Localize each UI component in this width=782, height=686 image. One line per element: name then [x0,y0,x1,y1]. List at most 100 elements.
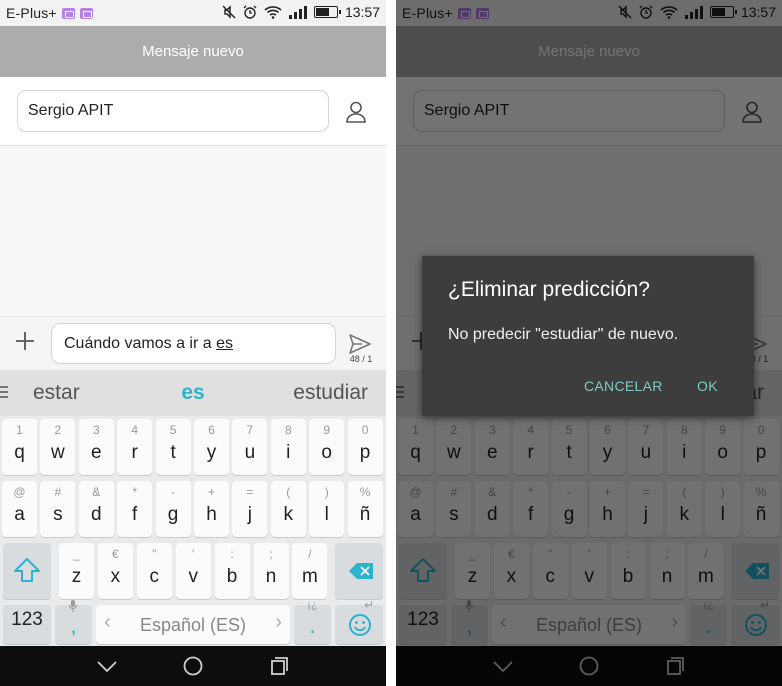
key-hint: : [230,547,234,561]
space-key[interactable]: ‹ Español (ES) › [96,605,290,644]
key-hint: * [132,485,138,499]
key-i[interactable]: 8i [270,419,306,475]
key-o[interactable]: 9o [309,419,345,475]
key-w[interactable]: 2w [40,419,76,475]
key-e[interactable]: 3e [78,419,114,475]
key-label: n [265,566,277,587]
recipient-field[interactable]: Sergio APIT [17,90,329,132]
battery-icon [313,6,341,18]
numbers-key-label: 123 [11,609,43,630]
key-h[interactable]: +h [194,481,229,537]
back-icon[interactable] [96,655,118,677]
key-s[interactable]: #s [40,481,76,537]
key-hint: ) [324,485,329,499]
key-hint: ' [192,547,195,561]
suggestion-left[interactable]: estar [33,370,80,416]
space-chevron-right-icon: › [275,611,282,633]
key-p[interactable]: 0p [347,419,383,475]
phone-screen-right: E-Plus+ 13:57 Mensaje nuevo Sergio APIT … [396,0,782,686]
key-l[interactable]: )l [309,481,345,537]
key-t[interactable]: 5t [155,419,191,475]
delete-key[interactable] [335,543,383,599]
key-hint: 2 [54,423,62,437]
alarm-icon [243,5,257,19]
period-key[interactable]: ¡¿ . [294,599,331,644]
page-title: Mensaje nuevo [0,26,386,77]
key-k[interactable]: (k [270,481,306,537]
dialog-title: ¿Eliminar predicción? [448,278,650,301]
key-g[interactable]: -g [155,481,191,537]
key-label: y [206,442,217,463]
key-label: t [170,442,176,463]
cancel-button[interactable]: CANCELAR [584,378,663,394]
key-hint: 7 [246,423,254,437]
mute-icon [222,5,236,19]
suggestion-right[interactable]: estudiar [293,370,368,416]
gallery-notification-icon [79,7,93,19]
key-label: ñ [359,504,371,525]
keyboard: es estar estudiar 1q2w3e4r5t6y7u8i9o0p @… [0,370,386,646]
key-hint: € [112,547,119,561]
message-text: Cuándo vamos a ir a [64,335,217,352]
comma-label: , [70,613,77,638]
wifi-icon [264,6,282,19]
key-hint: + [207,485,215,499]
key-label: v [188,566,198,587]
numbers-key[interactable]: 123 [3,605,51,644]
key-label: w [51,442,65,463]
key-ñ[interactable]: %ñ [347,481,383,537]
key-hint: 8 [284,423,292,437]
character-counter: 48 / 1 [349,354,373,364]
key-label: g [167,504,179,525]
key-label: p [359,442,371,463]
comma-key[interactable]: , [55,600,92,644]
key-label: i [286,442,291,463]
key-u[interactable]: 7u [232,419,268,475]
notification-icon [61,7,75,19]
key-j[interactable]: =j [232,481,268,537]
key-hint: ; [269,547,273,561]
compose-bar: Cuándo vamos a ir a es 48 / 1 [0,316,386,370]
key-label: b [226,566,238,587]
emoji-icon [349,614,371,636]
key-r[interactable]: 4r [117,419,153,475]
ok-button[interactable]: OK [697,378,718,394]
key-label: o [321,442,332,463]
key-z[interactable]: _z [59,543,94,599]
message-input[interactable]: Cuándo vamos a ir a es [51,323,336,364]
key-y[interactable]: 6y [194,419,229,475]
key-a[interactable]: @a [2,481,37,537]
navigation-bar [0,646,386,686]
key-hint: 6 [208,423,215,437]
key-v[interactable]: 'v [175,543,211,599]
message-thread-area [0,146,386,316]
key-q[interactable]: 1q [2,419,37,475]
key-hint: _ [73,547,80,561]
recents-icon[interactable] [268,655,290,677]
key-c[interactable]: "c [136,543,172,599]
space-language-label: Español (ES) [139,615,247,635]
recipient-area: Sergio APIT [0,77,386,146]
contact-picker-icon[interactable] [344,100,368,124]
send-icon[interactable] [348,333,372,355]
key-label: r [131,442,138,463]
emoji-key[interactable]: ↵ [335,598,383,644]
key-hint: @ [13,485,26,499]
attach-plus-icon[interactable] [13,329,37,353]
key-x[interactable]: €x [97,543,133,599]
shift-key[interactable] [3,543,51,599]
dialog-message: No predecir "estudiar" de nuevo. [448,326,679,343]
key-f[interactable]: *f [117,481,153,537]
enter-hint: ↵ [363,598,375,612]
key-hint: ( [286,485,291,499]
key-d[interactable]: &d [78,481,114,537]
key-n[interactable]: ;n [253,543,289,599]
key-label: m [301,566,318,587]
key-hint: 0 [361,423,369,437]
key-hint: # [54,485,62,499]
key-b[interactable]: :b [214,543,250,599]
key-m[interactable]: /m [292,543,328,599]
home-icon[interactable] [182,655,204,677]
key-hint: 3 [92,423,100,437]
key-label: k [283,504,294,525]
